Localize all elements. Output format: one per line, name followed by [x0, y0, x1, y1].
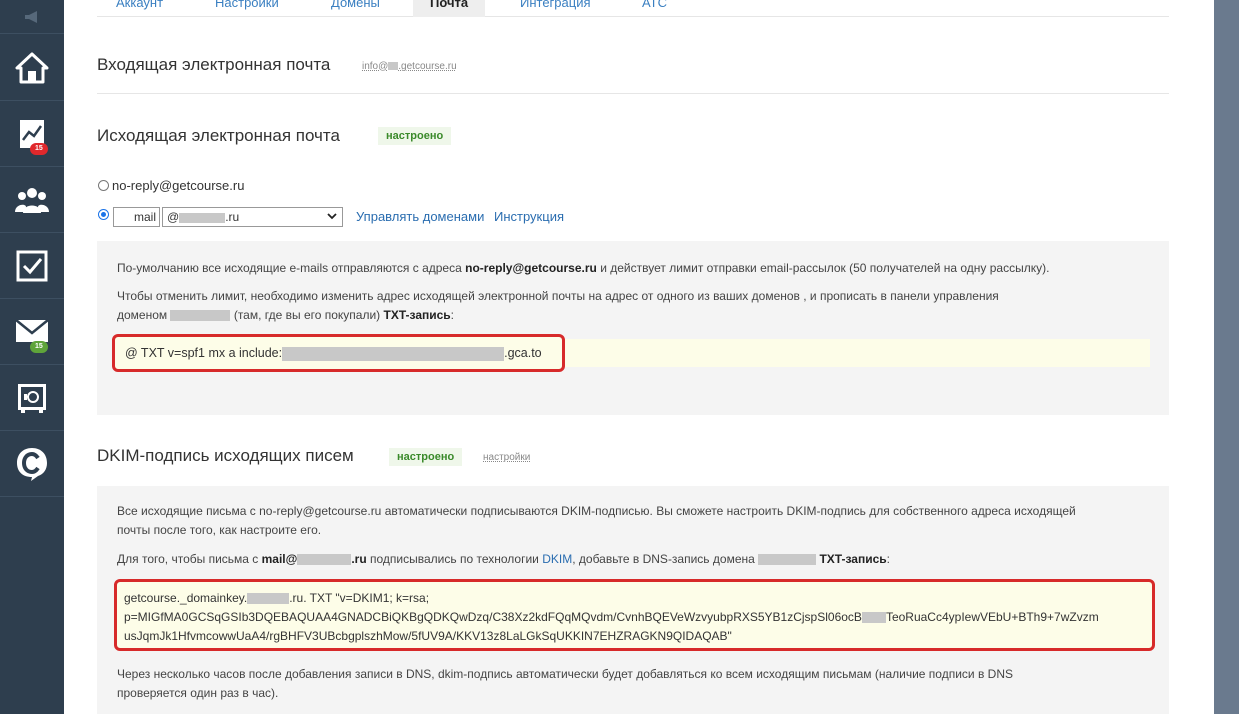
- dkim-footer-text: Через несколько часов после добавления з…: [117, 665, 1162, 703]
- settings-tabs: Аккаунт Настройки Домены Почта Интеграци…: [97, 0, 1169, 17]
- blurred-text: [247, 593, 290, 605]
- dkim-code-line: getcourse._domainkey. .ru. TXT "v=DKIM1; …: [124, 589, 1154, 608]
- users-icon: [15, 187, 49, 213]
- dkim-mail-address: mail@ .ru: [262, 552, 367, 566]
- info-text: Чтобы отменить лимит, необходимо изменит…: [117, 289, 800, 303]
- spf-record-prefix: @ TXT v=spf1 mx a include:: [125, 346, 283, 360]
- dkim-code-part: TeoRuaCc4ypIewVEbU+BTh9+7wZvzm: [885, 610, 1099, 624]
- tab-account[interactable]: Аккаунт: [116, 0, 163, 17]
- dkim-settings-link[interactable]: настройки: [483, 452, 530, 463]
- manage-domains-link[interactable]: Управлять доменами: [356, 209, 484, 224]
- mail-badge: 15: [30, 341, 48, 353]
- sidebar-item-stats[interactable]: 15: [0, 101, 64, 167]
- sidebar-item-users[interactable]: [0, 167, 64, 233]
- dkim-code-part: .ru. TXT "v=DKIM1; k=rsa;: [289, 591, 430, 605]
- dkim-record-text[interactable]: getcourse._domainkey. .ru. TXT "v=DKIM1; …: [124, 589, 1154, 646]
- incoming-email-prefix: info@: [362, 61, 389, 72]
- tab-mail[interactable]: Почта: [413, 0, 486, 17]
- sidebar-item-safe[interactable]: [0, 365, 64, 431]
- tab-domains[interactable]: Домены: [331, 0, 380, 17]
- spf-record-suffix: .gca.to: [504, 346, 542, 360]
- info-text: :: [450, 308, 455, 322]
- chevron-down-icon: [327, 213, 337, 220]
- txt-record-label: TXT-запись: [816, 552, 887, 566]
- sidebar-item-getcourse[interactable]: [0, 431, 64, 497]
- dkim-info-text-1: Все исходящие письма с no-reply@getcours…: [117, 502, 1162, 540]
- dkim-info-text-2: Для того, чтобы письма с mail@ .ru подпис…: [117, 550, 1162, 569]
- blurred-domain: [170, 310, 231, 322]
- default-address-label: no-reply@getcourse.ru: [112, 178, 245, 193]
- sidebar-item-home[interactable]: [0, 35, 64, 101]
- sidebar-item-tasks[interactable]: [0, 233, 64, 299]
- blurred-include: [282, 346, 505, 361]
- mail-username-input[interactable]: mail: [113, 207, 160, 227]
- safe-icon: [18, 383, 46, 413]
- info-text: подписывались по технологии: [366, 552, 543, 566]
- custom-address-radio[interactable]: [98, 209, 109, 220]
- main-content: Аккаунт Настройки Домены Почта Интеграци…: [64, 0, 1214, 714]
- info-text: Для того, чтобы письма с: [117, 552, 262, 566]
- domain-select[interactable]: @ .ru: [162, 207, 343, 227]
- info-text: почты после того, как настроите его.: [117, 523, 322, 537]
- divider: [97, 93, 1169, 94]
- stats-badge: 15: [30, 143, 48, 155]
- blurred-text: [388, 62, 399, 71]
- dkim-title: DKIM-подпись исходящих писем: [97, 446, 354, 465]
- blurred-domain: [758, 554, 817, 566]
- info-text: , и прописать в панели управления: [799, 289, 999, 303]
- domain-prefix: @: [167, 210, 180, 224]
- dkim-code-part: p=MIGfMA0GCSqGSIb3DQEBAQUAA4GNADCBiQKBgQ…: [124, 610, 862, 624]
- instruction-link[interactable]: Инструкция: [494, 209, 564, 224]
- info-text: Через несколько часов после добавления з…: [117, 667, 1013, 681]
- incoming-mail-title: Входящая электронная почта: [97, 55, 331, 74]
- info-text: По-умолчанию все исходящие e-mails отпра…: [117, 261, 466, 275]
- blurred-text: [297, 554, 352, 566]
- tab-settings[interactable]: Настройки: [215, 0, 279, 17]
- info-text: и действует лимит отправки email-рассыло…: [596, 261, 1050, 275]
- noreply-address: no-reply@getcourse.ru: [465, 261, 597, 275]
- mail-prefix: mail@: [261, 552, 298, 566]
- default-address-radio[interactable]: [98, 180, 109, 191]
- home-icon: [15, 52, 49, 83]
- incoming-email-suffix: .getcourse.ru: [398, 61, 457, 72]
- domain-suffix: .ru: [225, 210, 240, 224]
- info-text: (там, где вы его покупали): [230, 308, 384, 322]
- outgoing-status-badge: настроено: [378, 127, 452, 145]
- megaphone-icon: [25, 10, 37, 23]
- dkim-link[interactable]: DKIM: [542, 552, 572, 566]
- mail-suffix: .ru: [351, 552, 367, 566]
- spf-record-text[interactable]: @ TXT v=spf1 mx a include: .gca.to: [125, 346, 542, 361]
- getcourse-logo-icon: [17, 447, 47, 481]
- sidebar: 15 15: [0, 0, 64, 714]
- blurred-text: [861, 612, 886, 624]
- outgoing-mail-title: Исходящая электронная почта: [97, 126, 340, 145]
- info-text: , добавьте в DNS-запись домена: [572, 552, 759, 566]
- tab-integration[interactable]: Интеграция: [520, 0, 591, 17]
- outgoing-info-text-2: Чтобы отменить лимит, необходимо изменит…: [117, 287, 1157, 325]
- dkim-status-badge: настроено: [389, 448, 463, 466]
- dkim-code-line: p=MIGfMA0GCSqGSIb3DQEBAQUAA4GNADCBiQKBgQ…: [124, 608, 1154, 627]
- blurred-text: [179, 212, 226, 223]
- info-text: проверяется один раз в час).: [117, 686, 279, 700]
- txt-record-label: TXT-запись: [383, 308, 451, 322]
- right-scrollbar[interactable]: [1214, 0, 1239, 714]
- sidebar-collapse-button[interactable]: [0, 0, 64, 34]
- checkbox-icon: [16, 250, 48, 281]
- dkim-code-part: getcourse._domainkey.: [124, 591, 248, 605]
- info-text: доменом: [117, 308, 171, 322]
- incoming-mail-address[interactable]: info@ .getcourse.ru: [362, 61, 457, 72]
- sidebar-item-mail[interactable]: 15: [0, 299, 64, 365]
- dkim-code-line: usJqmJk1HfvmcowwUaA4/rgBHFV3UBcbgplszhMo…: [124, 629, 732, 643]
- tab-ats[interactable]: АТС: [642, 0, 667, 17]
- info-text: Все исходящие письма с no-reply@getcours…: [117, 504, 1076, 518]
- outgoing-info-text-1: По-умолчанию все исходящие e-mails отпра…: [117, 259, 1157, 278]
- info-text: :: [886, 552, 890, 566]
